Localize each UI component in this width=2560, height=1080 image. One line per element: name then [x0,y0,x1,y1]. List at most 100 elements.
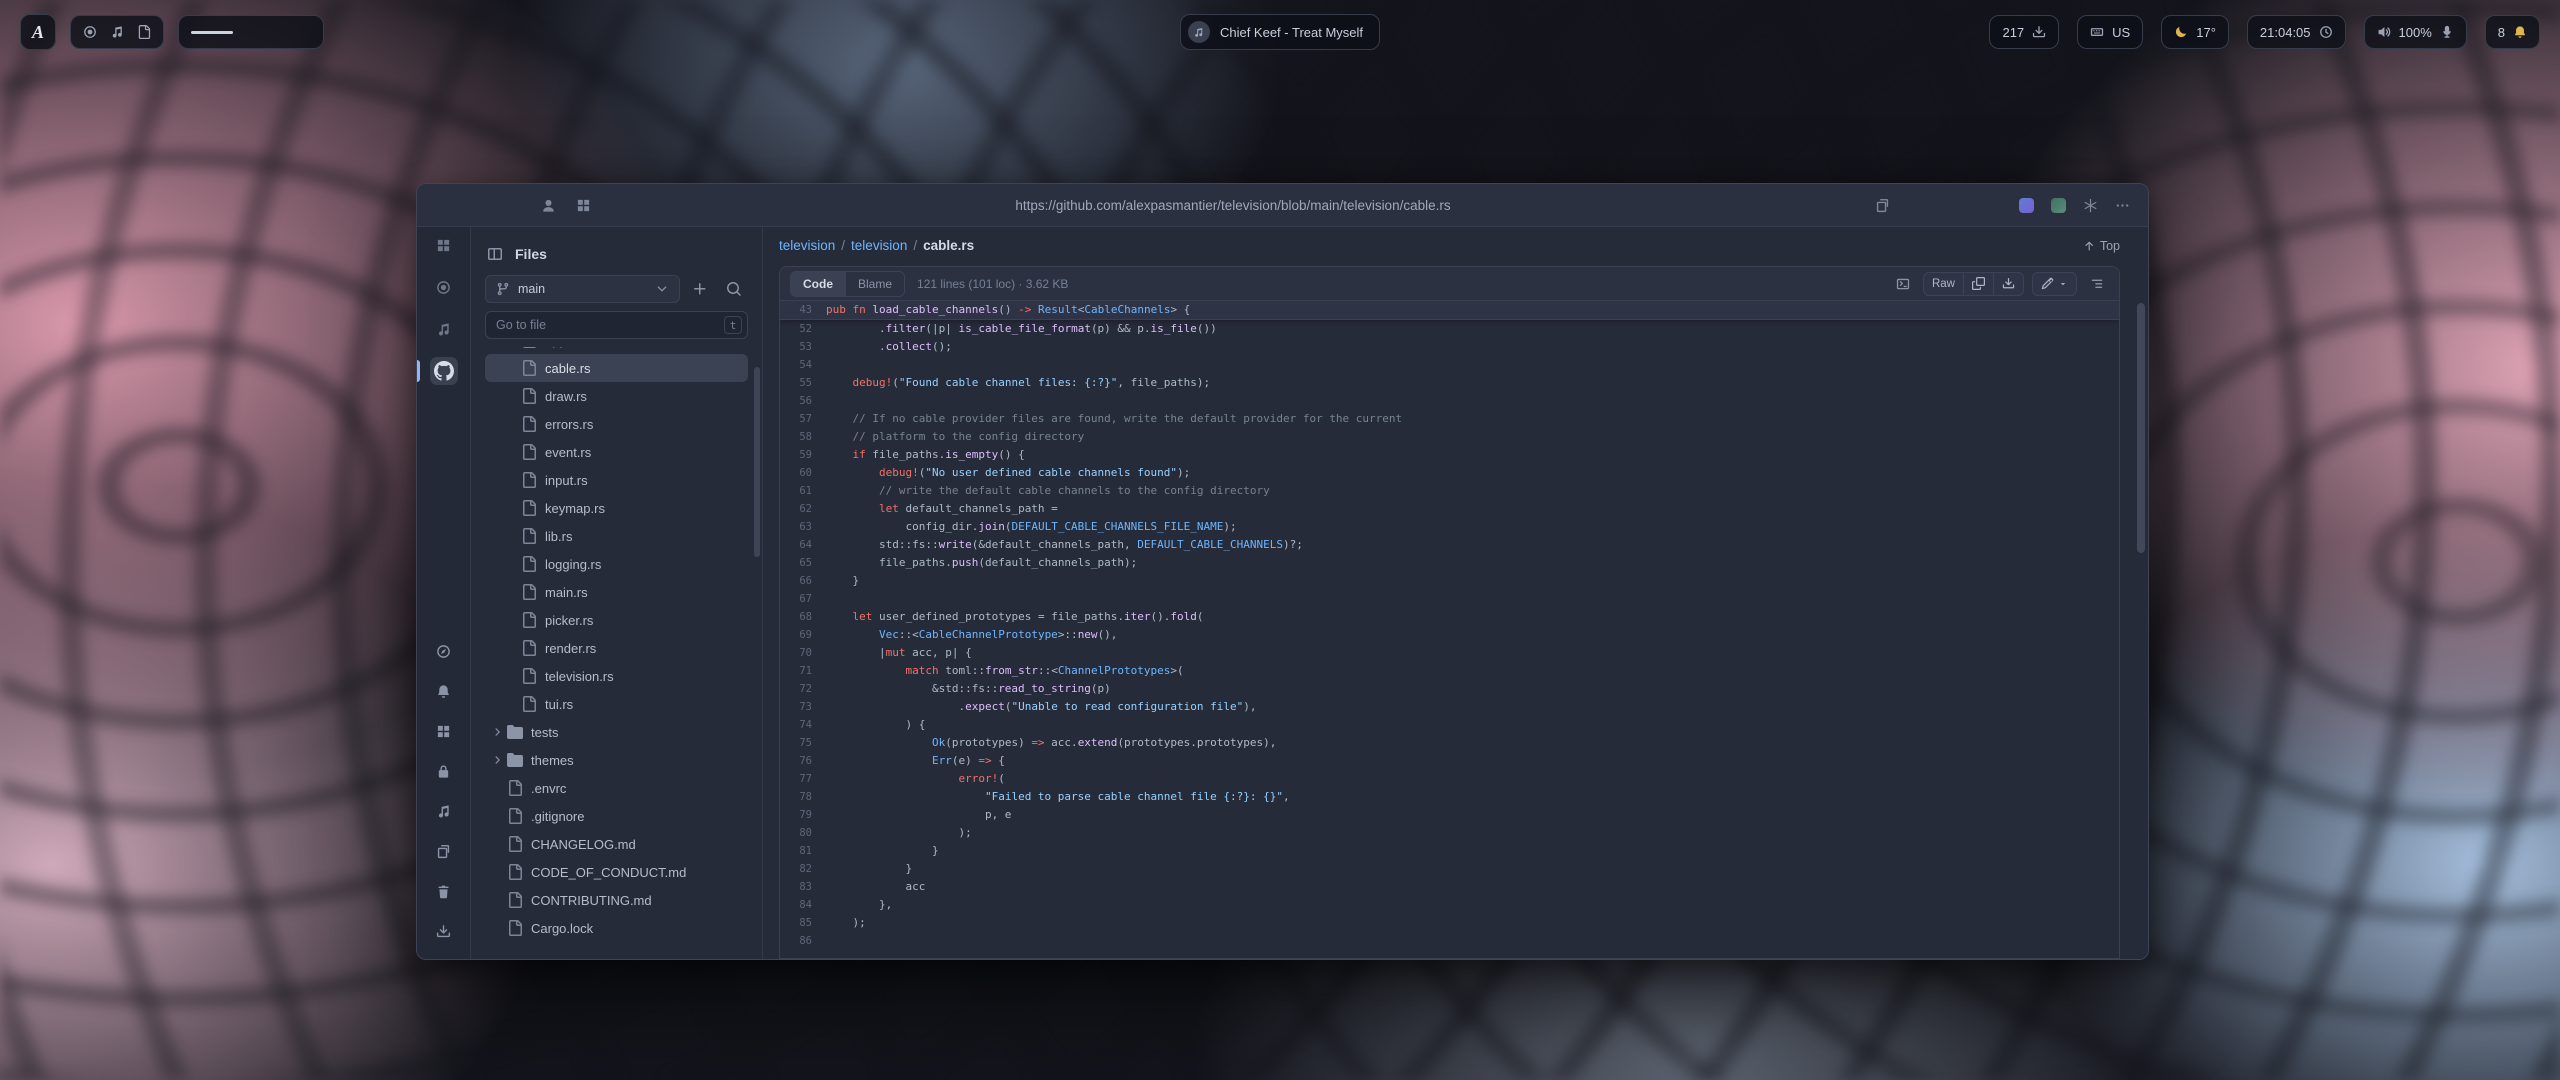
line-number[interactable]: 58 [780,428,826,446]
line-number[interactable]: 72 [780,680,826,698]
tree-file-errors.rs[interactable]: errors.rs [485,410,748,438]
url-bar[interactable]: https://github.com/alexpasmantier/televi… [591,198,1875,213]
tree-file-picker.rs[interactable]: picker.rs [485,606,748,634]
back-to-top-link[interactable]: Top [2083,239,2120,253]
page-scrollbar[interactable] [2137,229,2145,955]
new-file-button[interactable] [686,275,714,303]
volume-widget[interactable]: 100% [2364,15,2467,49]
line-number[interactable]: 65 [780,554,826,572]
line-number[interactable]: 55 [780,374,826,392]
tree-file-CHANGELOG.md[interactable]: CHANGELOG.md [485,830,748,858]
branch-selector[interactable]: main [485,275,680,303]
line-number[interactable]: 43 [780,301,826,319]
line-number[interactable]: 66 [780,572,826,590]
line-number[interactable]: 52 [780,320,826,338]
codespaces-button[interactable] [1891,272,1915,296]
line-number[interactable]: 76 [780,752,826,770]
line-number[interactable]: 75 [780,734,826,752]
line-number[interactable]: 79 [780,806,826,824]
line-number[interactable]: 71 [780,662,826,680]
raw-button[interactable]: Raw [1924,273,1963,295]
line-number[interactable]: 59 [780,446,826,464]
line-number[interactable]: 81 [780,842,826,860]
sidebar-collapse-button[interactable] [485,244,505,264]
more-menu-icon[interactable] [2115,198,2130,213]
document-icon[interactable] [137,25,151,39]
workspace-indicator[interactable] [178,15,324,49]
media-button[interactable] [430,797,458,825]
tree-file-CONTRIBUTING.md[interactable]: CONTRIBUTING.md [485,886,748,914]
line-number[interactable]: 64 [780,536,826,554]
tree-file-.envrc[interactable]: .envrc [485,774,748,802]
tree-file-television.rs[interactable]: television.rs [485,662,748,690]
now-playing-widget[interactable]: Chief Keef - Treat Myself [1180,14,1380,50]
keyboard-layout-widget[interactable]: US [2077,15,2143,49]
line-number[interactable]: 85 [780,914,826,932]
tree-file-main.rs[interactable]: main.rs [485,578,748,606]
extension-icon-1[interactable] [2019,198,2034,213]
line-number[interactable]: 84 [780,896,826,914]
line-number[interactable]: 53 [780,338,826,356]
downloads-button[interactable] [430,917,458,945]
line-number[interactable]: 67 [780,590,826,608]
tree-file-.gitignore[interactable]: .gitignore [485,802,748,830]
pinned-tab-3[interactable] [430,315,458,343]
go-to-file-input[interactable]: Go to file t [485,311,748,339]
line-number[interactable]: 83 [780,878,826,896]
download-raw-button[interactable] [1993,273,2023,295]
line-number[interactable]: 56 [780,392,826,410]
trash-button[interactable] [430,877,458,905]
tree-file-keymap.rs[interactable]: keymap.rs [485,494,748,522]
tree-file-tui.rs[interactable]: tui.rs [485,690,748,718]
windows-button[interactable] [430,837,458,865]
breadcrumb-repo[interactable]: television [779,238,835,253]
tree-file-input.rs[interactable]: input.rs [485,466,748,494]
line-number[interactable]: 54 [780,356,826,374]
tree-file-event.rs[interactable]: event.rs [485,438,748,466]
lock-button[interactable] [430,757,458,785]
line-number[interactable]: 80 [780,824,826,842]
line-number[interactable]: 70 [780,644,826,662]
copy-raw-button[interactable] [1963,273,1993,295]
symbols-panel-button[interactable] [2085,272,2109,296]
updates-widget[interactable]: 217 [1989,15,2059,49]
music-note-icon[interactable] [110,25,124,39]
container-icon[interactable] [576,198,591,213]
scrollbar-thumb[interactable] [2137,303,2145,553]
tree-file-logging.rs[interactable]: logging.rs [485,550,748,578]
line-number[interactable]: 62 [780,500,826,518]
tab-blame[interactable]: Blame [845,272,904,296]
tree-file-app.rs[interactable]: app.rs [485,347,748,354]
sidebar-scrollbar[interactable] [754,367,760,557]
line-number[interactable]: 69 [780,626,826,644]
line-number[interactable]: 63 [780,518,826,536]
tree-folder-tests[interactable]: tests [485,718,748,746]
clock-widget[interactable]: 21:04:05 [2247,15,2346,49]
line-number[interactable]: 73 [780,698,826,716]
search-tree-button[interactable] [720,275,748,303]
breadcrumb-folder[interactable]: television [851,238,907,253]
extension-icon-2[interactable] [2051,198,2066,213]
line-number[interactable]: 74 [780,716,826,734]
launcher-button[interactable]: A [20,14,56,50]
pinned-tab-2[interactable] [430,273,458,301]
pinned-tab-1[interactable] [430,231,458,259]
line-number[interactable]: 86 [780,932,826,950]
line-number[interactable]: 57 [780,410,826,428]
snowflake-icon[interactable] [2083,198,2098,213]
line-number[interactable]: 68 [780,608,826,626]
duplicate-tab-icon[interactable] [1875,198,1890,213]
record-icon[interactable] [83,25,97,39]
line-number[interactable]: 82 [780,860,826,878]
edit-file-button[interactable] [2033,273,2076,295]
tree-file-lib.rs[interactable]: lib.rs [485,522,748,550]
tree-file-cable.rs[interactable]: cable.rs [485,354,748,382]
compass-button[interactable] [430,637,458,665]
weather-widget[interactable]: 17° [2161,15,2229,49]
line-number[interactable]: 78 [780,788,826,806]
tree-file-Cargo.lock[interactable]: Cargo.lock [485,914,748,942]
tree-folder-themes[interactable]: themes [485,746,748,774]
tree-file-render.rs[interactable]: render.rs [485,634,748,662]
line-number[interactable]: 60 [780,464,826,482]
line-number[interactable]: 61 [780,482,826,500]
